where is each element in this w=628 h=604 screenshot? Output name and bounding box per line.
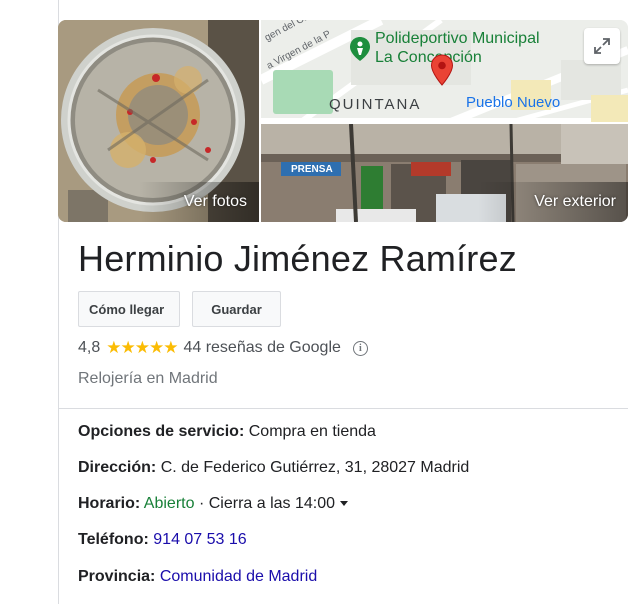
neighborhood-label: Pueblo Nuevo: [466, 94, 561, 111]
rating-value: 4,8: [78, 339, 101, 356]
section-divider: [59, 408, 628, 409]
watch-photo[interactable]: Ver fotos: [58, 20, 259, 222]
address-value[interactable]: C. de Federico Gutiérrez, 31, 28027 Madr…: [161, 459, 470, 476]
caret-down-icon[interactable]: [340, 501, 349, 507]
see-exterior-label[interactable]: Ver exterior: [534, 193, 616, 211]
hours-detail[interactable]: · Cierra a las 14:00: [199, 495, 335, 512]
service-options-label: Opciones de servicio:: [78, 423, 245, 440]
reviews-link[interactable]: 44 reseñas de Google: [183, 339, 340, 357]
service-options-row: Opciones de servicio: Compra en tienda: [78, 423, 376, 441]
save-button[interactable]: Guardar: [192, 291, 281, 327]
map-thumbnail[interactable]: gen del Ca a Virgen de la P Polideportiv…: [261, 20, 628, 122]
poi-name-line1: Polideportivo Municipal: [375, 30, 540, 47]
business-category: Relojería en Madrid: [78, 370, 218, 387]
hours-status[interactable]: Abierto: [144, 495, 195, 512]
sports-poi-icon: [350, 37, 370, 61]
business-name: Herminio Jiménez Ramírez: [78, 238, 517, 279]
phone-label: Teléfono:: [78, 531, 149, 548]
phone-row: Teléfono: 914 07 53 16: [78, 531, 247, 549]
address-label: Dirección:: [78, 459, 157, 476]
expand-icon: [594, 38, 610, 54]
province-label: Provincia:: [78, 568, 156, 585]
poi-name-line2: La Concepción: [375, 49, 482, 66]
phone-link[interactable]: 914 07 53 16: [153, 531, 246, 548]
province-link[interactable]: Comunidad de Madrid: [160, 568, 317, 585]
shop-sign: PRENSA: [291, 164, 333, 175]
rating-row: 4,8 ★★★★★ 44 reseñas de Google i: [78, 337, 368, 359]
see-photos-label[interactable]: Ver fotos: [184, 193, 247, 211]
address-row: Dirección: C. de Federico Gutiérrez, 31,…: [78, 459, 469, 477]
star-rating-icon: ★★★★★: [106, 338, 178, 357]
province-row: Provincia: Comunidad de Madrid: [78, 568, 317, 586]
hours-label: Horario:: [78, 495, 141, 512]
directions-button[interactable]: Cómo llegar: [78, 291, 180, 327]
street-view-photo[interactable]: PRENSA Ver exterior: [261, 124, 628, 222]
service-options-value: Compra en tienda: [248, 423, 376, 440]
photo-strip: Ver fotos gen del Ca a Virgen de la P Po…: [58, 20, 628, 222]
location-pin-icon: [430, 54, 454, 86]
hours-row: Horario: Abierto · Cierra a las 14:00: [78, 495, 349, 513]
info-icon[interactable]: i: [352, 340, 368, 356]
expand-map-button[interactable]: [584, 28, 620, 64]
district-label: QUINTANA: [329, 96, 422, 113]
